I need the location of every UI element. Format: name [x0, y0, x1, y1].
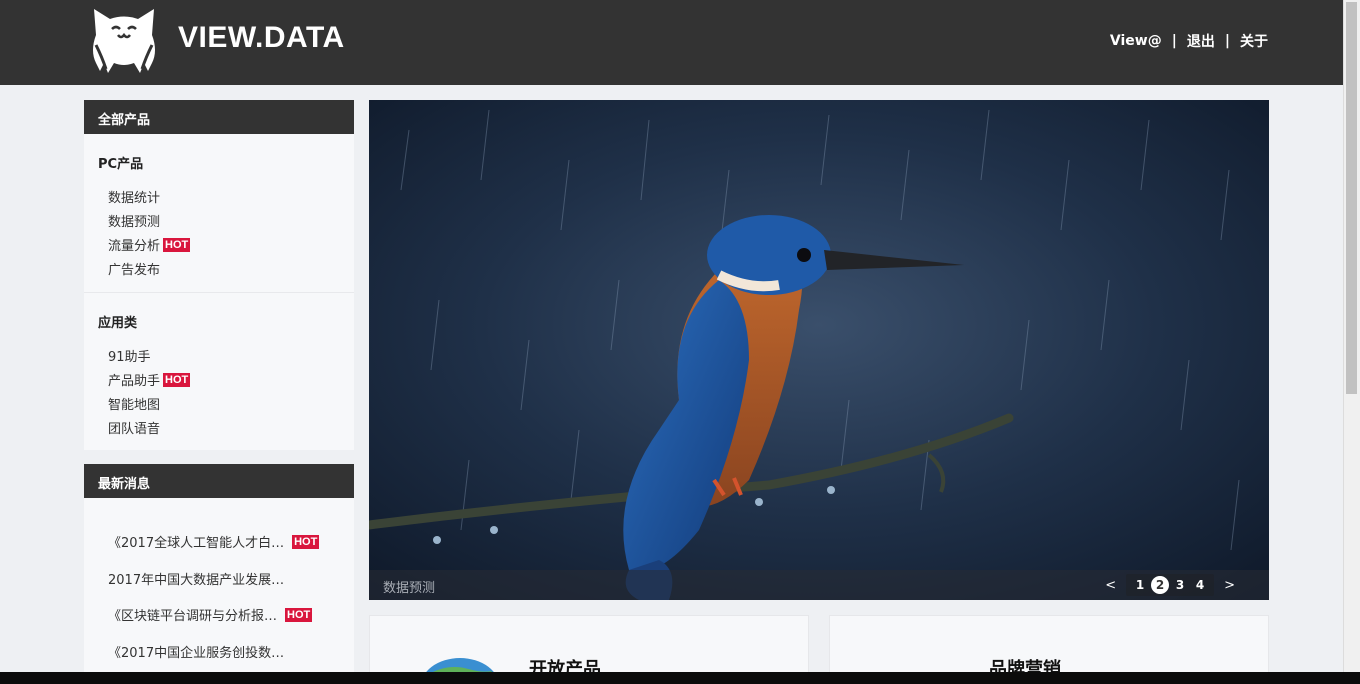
sidebar-item-label[interactable]: 智能地图 — [108, 394, 160, 413]
sidebar-item-traffic-analysis[interactable]: 流量分析 HOT — [108, 235, 191, 254]
carousel-prev-button[interactable]: < — [1105, 578, 1116, 593]
sidebar-item-label[interactable]: 91助手 — [108, 346, 151, 365]
hot-badge: HOT — [292, 534, 320, 549]
sidebar-item-smart-map[interactable]: 智能地图 — [108, 394, 160, 413]
nav-user-link[interactable]: View@ — [1110, 33, 1162, 49]
group-divider — [84, 292, 354, 293]
hot-badge: HOT — [285, 607, 313, 622]
sidebar-item-data-forecast[interactable]: 数据预测 — [108, 211, 160, 230]
news-item-label[interactable]: 《2017中国企业服务创投数… — [108, 642, 284, 661]
products-panel-header: 全部产品 — [84, 100, 354, 134]
sidebar-item-label[interactable]: 团队语音 — [108, 418, 160, 437]
sidebar-item-ad-publish[interactable]: 广告发布 — [108, 259, 160, 278]
sidebar-item-91-assistant[interactable]: 91助手 — [108, 346, 151, 365]
scrollbar-thumb[interactable] — [1346, 2, 1357, 394]
nav-separator: | — [1224, 33, 1230, 49]
sidebar-item-label[interactable]: 流量分析 — [108, 235, 160, 254]
sidebar-item-data-stats[interactable]: 数据统计 — [108, 187, 160, 206]
nav-logout-link[interactable]: 退出 — [1187, 31, 1215, 51]
nav-separator: | — [1171, 33, 1177, 49]
banner-caption: 数据预测 — [383, 581, 436, 596]
sidebar-item-product-assistant[interactable]: 产品助手 HOT — [108, 370, 191, 389]
carousel-pager: < 1 2 3 4 > — [1095, 574, 1245, 596]
hot-badge: HOT — [163, 237, 191, 252]
brand-title[interactable]: VIEW.DATA — [178, 21, 345, 55]
window-bottom-edge — [0, 672, 1360, 684]
banner-carousel[interactable]: 数据预测 < 1 2 3 4 > — [369, 100, 1269, 600]
news-panel-header: 最新消息 — [84, 464, 354, 498]
news-item[interactable]: 2017年中国大数据产业发展… — [108, 569, 284, 588]
top-nav: View@ | 退出 | 关于 — [1110, 31, 1268, 51]
group-title-apps: 应用类 — [98, 316, 138, 331]
sidebar-item-label[interactable]: 数据统计 — [108, 187, 160, 206]
news-item-label[interactable]: 2017年中国大数据产业发展… — [108, 569, 284, 588]
hot-badge: HOT — [163, 372, 191, 387]
kingfisher-banner-image[interactable] — [369, 100, 1269, 600]
sidebar-item-label[interactable]: 数据预测 — [108, 211, 160, 230]
top-header: VIEW.DATA View@ | 退出 | 关于 — [0, 0, 1343, 85]
carousel-next-button[interactable]: > — [1224, 578, 1235, 593]
carousel-page-1[interactable]: 1 — [1131, 578, 1149, 592]
sidebar-item-label[interactable]: 产品助手 — [108, 370, 160, 389]
news-item[interactable]: 《区块链平台调研与分析报… HOT — [108, 605, 313, 624]
nav-about-link[interactable]: 关于 — [1240, 31, 1268, 51]
cat-logo-icon[interactable] — [88, 5, 160, 77]
news-item[interactable]: 《2017中国企业服务创投数… — [108, 642, 284, 661]
group-title-pc: PC产品 — [98, 157, 144, 172]
sidebar-item-label[interactable]: 广告发布 — [108, 259, 160, 278]
news-item[interactable]: 《2017全球人工智能人才白… HOT — [108, 532, 320, 551]
news-item-label[interactable]: 《区块链平台调研与分析报… — [108, 605, 277, 624]
carousel-page-list: 1 2 3 4 — [1126, 574, 1215, 596]
banner-caption-bar: 数据预测 < 1 2 3 4 > — [369, 570, 1269, 600]
news-item-label[interactable]: 《2017全球人工智能人才白… — [108, 532, 284, 551]
carousel-page-4[interactable]: 4 — [1191, 578, 1209, 592]
carousel-page-3[interactable]: 3 — [1171, 578, 1189, 592]
carousel-page-2-active[interactable]: 2 — [1151, 576, 1170, 594]
sidebar-item-team-voice[interactable]: 团队语音 — [108, 418, 160, 437]
